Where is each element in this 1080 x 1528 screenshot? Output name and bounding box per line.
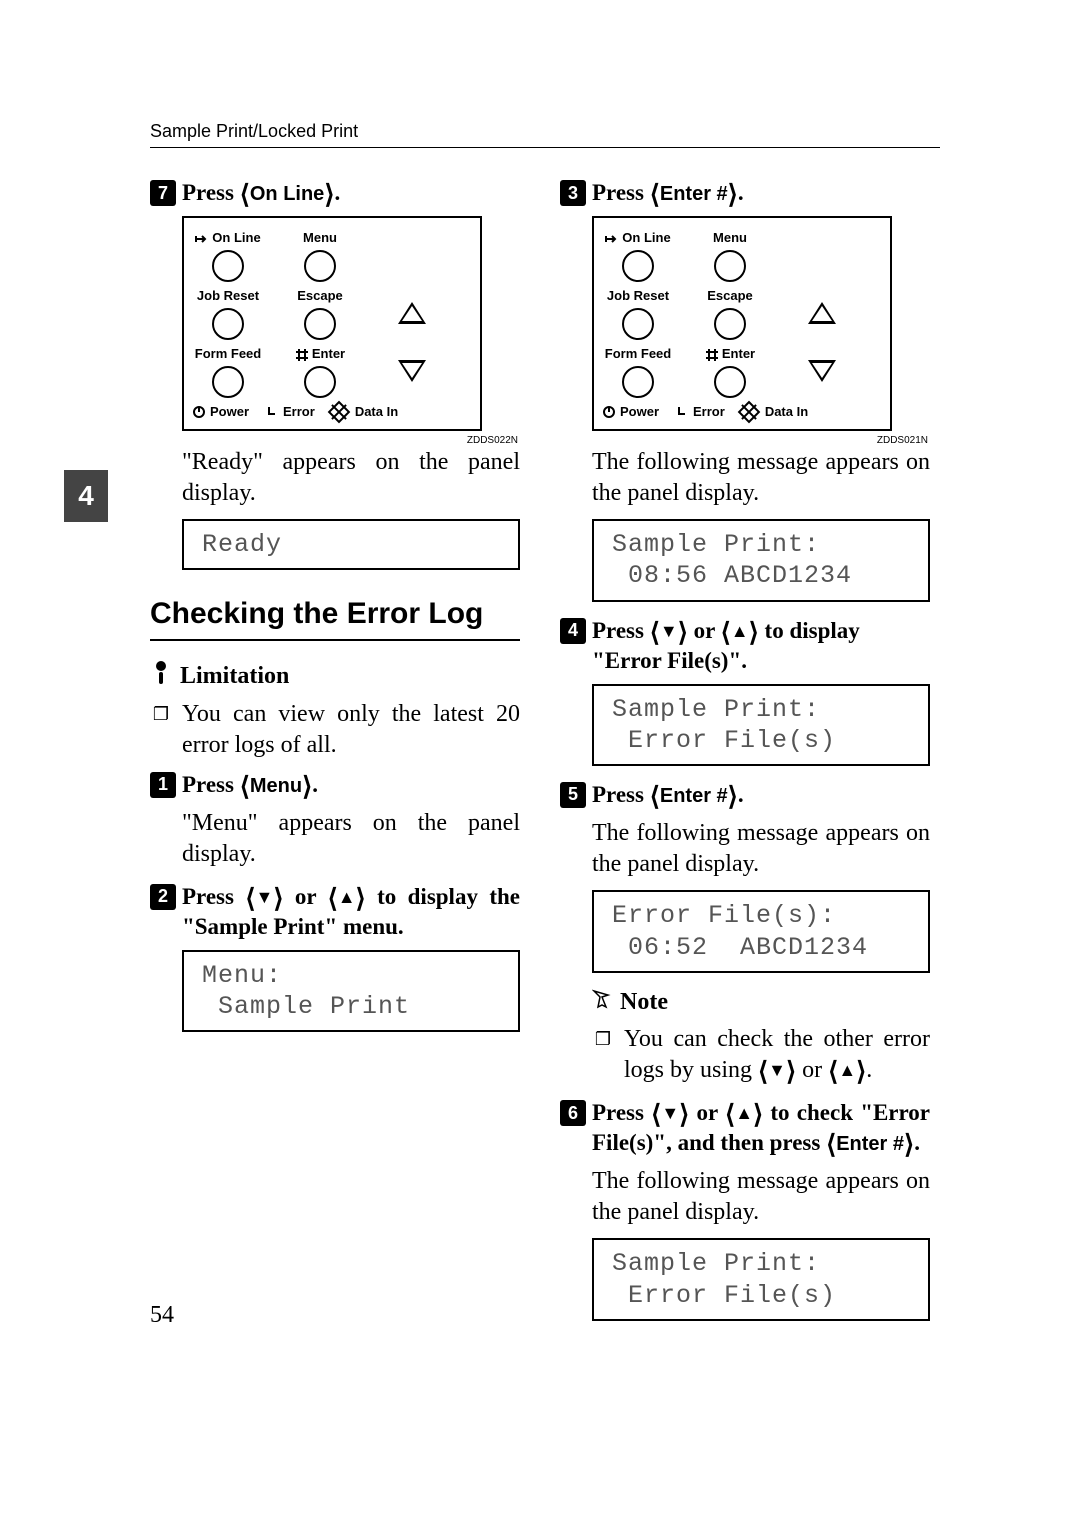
online-arrow-icon <box>195 232 209 246</box>
note-icon <box>592 987 612 1018</box>
step-number-3: 3 <box>560 180 586 206</box>
lcd-sample-print-job: Sample Print: 08:56 ABCD1234 <box>592 519 930 602</box>
note-head: Note <box>560 987 930 1018</box>
step-1-result: "Menu" appears on the panel display. <box>150 808 520 870</box>
bullet-icon: ❐ <box>150 699 172 761</box>
control-panel-figure-1: On Line Menu Job Reset Escape <box>182 216 520 447</box>
step-number-5: 5 <box>560 782 586 808</box>
panel-btn-down <box>376 346 448 382</box>
right-column: 3 Press ⟨Enter #⟩. On Line Menu Job Rese <box>560 178 930 1335</box>
step-5-result: The following message appears on the pan… <box>560 818 930 880</box>
lcd-ready: Ready <box>182 519 520 570</box>
page-content: Sample Print/Locked Print 7 Press ⟨On Li… <box>150 120 940 1335</box>
up-key-icon: ▲ <box>338 886 356 909</box>
figure-id: ZDDS022N <box>182 434 518 447</box>
step-3-result: The following message appears on the pan… <box>560 447 930 509</box>
data-in-icon <box>327 401 350 424</box>
limitation-head: Limitation <box>150 659 520 693</box>
left-column: 7 Press ⟨On Line⟩. On Line Me <box>150 178 520 1335</box>
step-2-head: 2 Press ⟨▼⟩ or ⟨▲⟩ to display the "Sampl… <box>150 882 520 942</box>
down-key-icon: ▼ <box>256 886 274 909</box>
limitation-icon <box>150 659 172 693</box>
hash-icon <box>295 348 309 362</box>
triangle-down-icon <box>398 360 426 382</box>
step-7-result: "Ready" appears on the panel display. <box>150 447 520 509</box>
step-1-head: 1 Press ⟨Menu⟩. <box>150 770 520 800</box>
step-4-head: 4 Press ⟨▼⟩ or ⟨▲⟩ to display "Error Fil… <box>560 616 930 676</box>
page-number: 54 <box>150 1300 174 1331</box>
note-item: ❐ You can check the other error logs by … <box>560 1024 930 1086</box>
panel-btn-jobreset: Job Reset <box>192 288 264 340</box>
key-menu: Menu <box>250 775 302 797</box>
key-online: On Line <box>250 183 324 205</box>
step-6-head: 6 Press ⟨▼⟩ or ⟨▲⟩ to check "Error File(… <box>560 1098 930 1158</box>
lcd-error-files-menu: Sample Print: Error File(s) <box>592 684 930 767</box>
panel-btn-online: On Line <box>192 230 264 282</box>
step-6-result: The following message appears on the pan… <box>560 1166 930 1228</box>
step-number-1: 1 <box>150 772 176 798</box>
step-5-head: 5 Press ⟨Enter #⟩. <box>560 780 930 810</box>
triangle-up-icon <box>398 302 426 324</box>
step-number-6: 6 <box>560 1100 586 1126</box>
step-7-head: 7 Press ⟨On Line⟩. <box>150 178 520 208</box>
panel-btn-up <box>376 288 448 324</box>
panel-btn-enter: Enter <box>284 346 356 398</box>
panel-btn-menu: Menu <box>284 230 356 282</box>
step-number-7: 7 <box>150 180 176 206</box>
power-icon <box>192 405 206 419</box>
panel-btn-formfeed: Form Feed <box>192 346 264 398</box>
figure-id-2: ZDDS021N <box>592 434 928 447</box>
key-enter: Enter # <box>660 183 728 205</box>
step-number-2: 2 <box>150 884 176 910</box>
lcd-error-file-entry: Error File(s): 06:52 ABCD1234 <box>592 890 930 973</box>
press-text: Press <box>182 180 240 205</box>
control-panel-figure-2: On Line Menu Job Reset Escape Form Feed … <box>592 216 930 447</box>
error-icon <box>265 405 279 419</box>
panel-status-row: Power Error Data In <box>192 404 472 421</box>
running-head: Sample Print/Locked Print <box>150 120 940 148</box>
step-number-4: 4 <box>560 618 586 644</box>
step-3-head: 3 Press ⟨Enter #⟩. <box>560 178 930 208</box>
panel-btn-escape: Escape <box>284 288 356 340</box>
heading-checking-error-log: Checking the Error Log <box>150 594 520 641</box>
lcd-error-files-again: Sample Print: Error File(s) <box>592 1238 930 1321</box>
section-tab: 4 <box>64 470 108 522</box>
tail: . <box>334 180 340 205</box>
limitation-item: ❐ You can view only the latest 20 error … <box>150 699 520 761</box>
lcd-menu-sample-print: Menu: Sample Print <box>182 950 520 1033</box>
